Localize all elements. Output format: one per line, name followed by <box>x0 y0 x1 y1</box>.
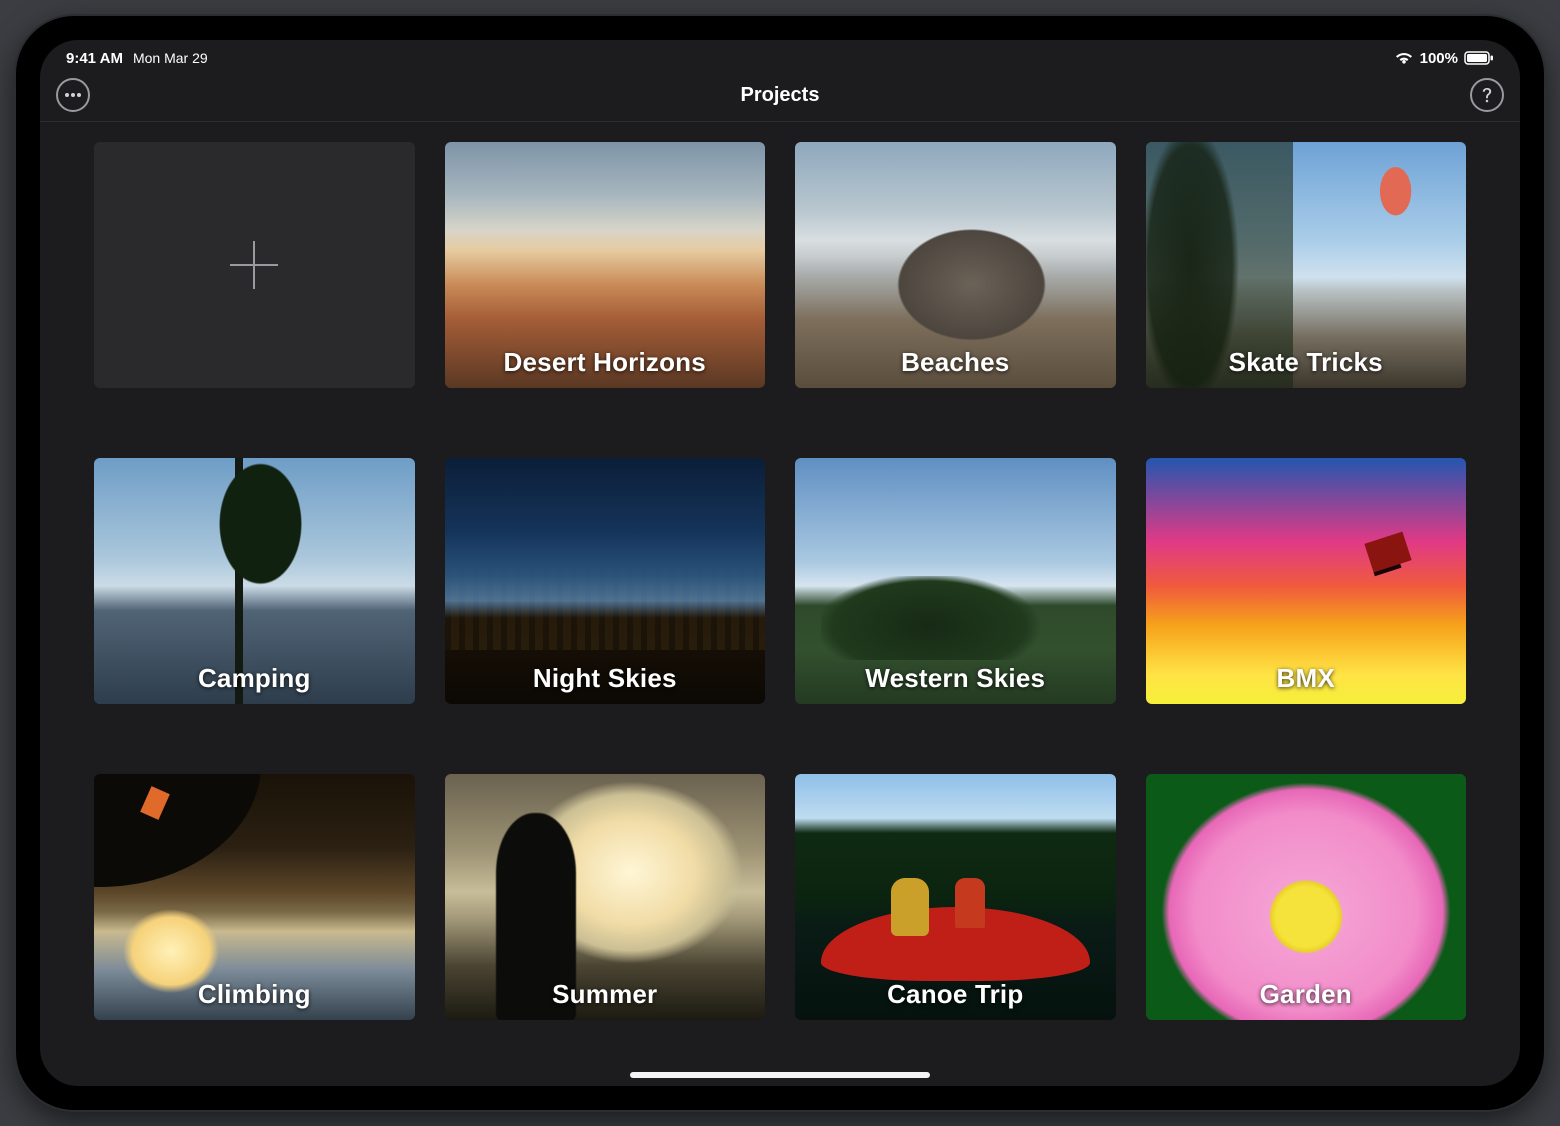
device-frame: 9:41 AM Mon Mar 29 100% Projects <box>16 16 1544 1110</box>
status-date: Mon Mar 29 <box>133 50 208 66</box>
project-tile-garden[interactable]: Garden <box>1146 774 1467 1020</box>
wifi-icon <box>1394 51 1414 65</box>
project-title: Night Skies <box>533 663 677 704</box>
project-title: Desert Horizons <box>504 347 706 388</box>
project-tile-canoe-trip[interactable]: Canoe Trip <box>795 774 1116 1020</box>
project-tile-desert-horizons[interactable]: Desert Horizons <box>445 142 766 388</box>
projects-grid: Desert Horizons Beaches Skate Tricks Cam… <box>40 122 1520 1086</box>
project-title: Garden <box>1260 979 1352 1020</box>
project-title: Summer <box>552 979 657 1020</box>
project-title: Canoe Trip <box>887 979 1023 1020</box>
status-bar: 9:41 AM Mon Mar 29 100% <box>40 40 1520 70</box>
project-title: Beaches <box>901 347 1009 388</box>
home-indicator[interactable] <box>630 1072 930 1078</box>
project-title: BMX <box>1277 663 1335 704</box>
help-button[interactable] <box>1470 78 1504 112</box>
battery-percent: 100% <box>1420 50 1458 67</box>
project-title: Western Skies <box>865 663 1045 704</box>
project-tile-western-skies[interactable]: Western Skies <box>795 458 1116 704</box>
ellipsis-icon <box>64 92 82 98</box>
nav-bar: Projects <box>40 70 1520 122</box>
project-tile-climbing[interactable]: Climbing <box>94 774 415 1020</box>
screen: 9:41 AM Mon Mar 29 100% Projects <box>40 40 1520 1086</box>
project-title: Climbing <box>198 979 311 1020</box>
project-title: Camping <box>198 663 311 704</box>
project-tile-camping[interactable]: Camping <box>94 458 415 704</box>
page-title: Projects <box>741 84 820 107</box>
project-title: Skate Tricks <box>1229 347 1383 388</box>
status-time: 9:41 AM <box>66 50 123 67</box>
project-tile-night-skies[interactable]: Night Skies <box>445 458 766 704</box>
more-button[interactable] <box>56 78 90 112</box>
project-tile-bmx[interactable]: BMX <box>1146 458 1467 704</box>
plus-icon <box>94 142 415 388</box>
project-tile-beaches[interactable]: Beaches <box>795 142 1116 388</box>
question-icon <box>1481 86 1493 104</box>
project-tile-summer[interactable]: Summer <box>445 774 766 1020</box>
project-tile-skate-tricks[interactable]: Skate Tricks <box>1146 142 1467 388</box>
battery-icon <box>1464 51 1494 65</box>
new-project-tile[interactable] <box>94 142 415 388</box>
